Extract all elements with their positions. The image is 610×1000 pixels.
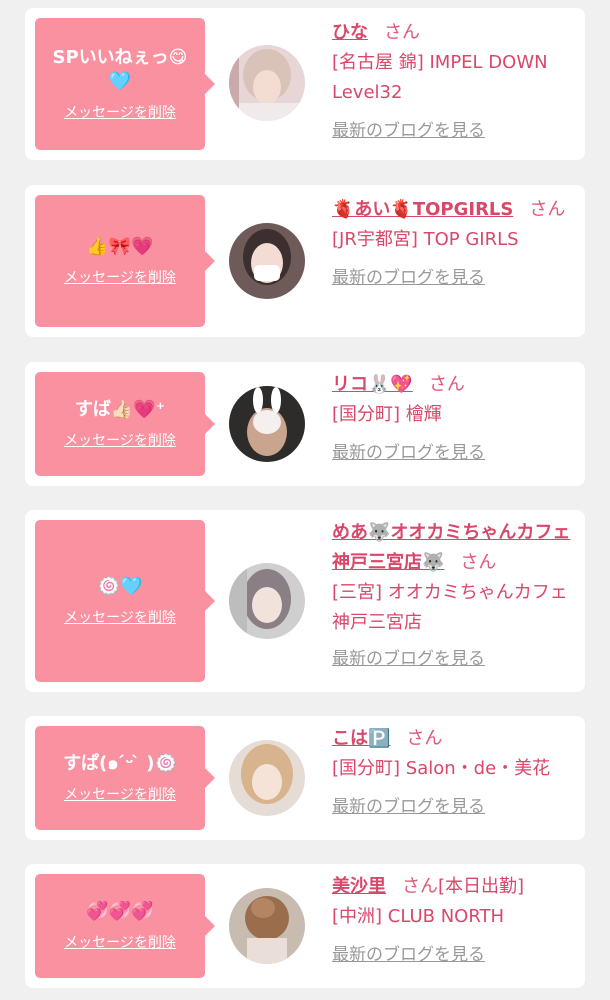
honorific: さん [428, 374, 465, 395]
delete-message-link[interactable]: メッセージを削除 [64, 607, 176, 627]
sender-name-link[interactable]: ひな [332, 22, 368, 43]
latest-blog-link[interactable]: 最新のブログを見る [332, 644, 485, 674]
message-card: すば👍🏻💗⁺ メッセージを削除 リコ🐰💖 さん [国分町] 檜輝 最新のブログを見… [25, 362, 585, 486]
delete-message-link[interactable]: メッセージを削除 [64, 430, 176, 450]
sender-name-link[interactable]: めあ🐺オオカミちゃんカフェ神戸三宮店🐺 [332, 522, 570, 573]
shop-label: [中洲] CLUB NORTH [332, 906, 505, 927]
delete-message-link[interactable]: メッセージを削除 [64, 102, 176, 122]
sender-name-link[interactable]: こは🅿️ [332, 728, 390, 749]
avatar[interactable] [229, 563, 305, 639]
woman-selfie-avatar-icon [229, 45, 305, 121]
entry-info: ひな さん [名古屋 錦] IMPEL DOWN Level32 最新のブログを見… [332, 18, 572, 146]
entry-info: リコ🐰💖 さん [国分町] 檜輝 最新のブログを見る [332, 370, 572, 468]
honorific: さん [384, 22, 420, 43]
message-card: すぱ(๑ ́ᵕ ̀ )🍥 メッセージを削除 こは🅿️ さん [国分町] Salon… [25, 716, 585, 840]
work-status: [本日出勤] [438, 876, 525, 897]
sender-name-link[interactable]: リコ🐰💖 [332, 374, 413, 395]
shop-label: [国分町] 檜輝 [332, 404, 442, 425]
entry-info: めあ🐺オオカミちゃんカフェ神戸三宮店🐺 さん [三宮] オオカミちゃんカフェ神戸三… [332, 518, 572, 674]
message-text: すぱ(๑ ́ᵕ ̀ )🍥 [63, 753, 177, 774]
message-card: 🍥🩵 メッセージを削除 めあ🐺オオカミちゃんカフェ神戸三宮店🐺 さん [三宮] オ… [25, 510, 585, 692]
message-text: SPいいねぇっ😋🩵 [52, 47, 188, 92]
blonde-woman-avatar-icon [229, 740, 305, 816]
message-bubble: 🍥🩵 メッセージを削除 [35, 520, 215, 682]
message-bubble: SPいいねぇっ😋🩵 メッセージを削除 [35, 18, 215, 150]
message-card: SPいいねぇっ😋🩵 メッセージを削除 ひな さん [名古屋 錦] IMPEL DO… [25, 8, 585, 160]
message-text: 💞💞💞 [86, 901, 154, 922]
entry-info: こは🅿️ さん [国分町] Salon・de・美花 最新のブログを見る [332, 724, 572, 822]
latest-blog-link[interactable]: 最新のブログを見る [332, 940, 485, 970]
masked-woman-avatar-icon [229, 223, 305, 299]
avatar[interactable] [229, 740, 305, 816]
delete-message-link[interactable]: メッセージを削除 [64, 932, 176, 952]
delete-message-link[interactable]: メッセージを削除 [64, 784, 176, 804]
message-card: 💞💞💞 メッセージを削除 美沙里 さん[本日出勤] [中洲] CLUB NORTH… [25, 864, 585, 988]
honorific: さん [529, 199, 566, 220]
entry-info: 🫀あい🫀TOPGIRLS さん [JR宇都宮] TOP GIRLS 最新のブログを… [332, 195, 572, 293]
latest-blog-link[interactable]: 最新のブログを見る [332, 116, 485, 146]
honorific: さん [406, 728, 443, 749]
message-bubble: すぱ(๑ ́ᵕ ̀ )🍥 メッセージを削除 [35, 726, 215, 830]
latest-blog-link[interactable]: 最新のブログを見る [332, 263, 485, 293]
message-text: 🍥🩵 [97, 576, 143, 597]
avatar[interactable] [229, 386, 305, 462]
message-bubble: 👍🎀💗 メッセージを削除 [35, 195, 215, 327]
entry-info: 美沙里 さん[本日出勤] [中洲] CLUB NORTH 最新のブログを見る [332, 872, 572, 970]
sender-name-link[interactable]: 🫀あい🫀TOPGIRLS [332, 199, 513, 220]
bunny-filter-avatar-icon [229, 386, 305, 462]
latest-blog-link[interactable]: 最新のブログを見る [332, 792, 485, 822]
avatar[interactable] [229, 888, 305, 964]
sender-name-link[interactable]: 美沙里 [332, 876, 386, 897]
message-bubble: すば👍🏻💗⁺ メッセージを削除 [35, 372, 215, 476]
woman-peace-sign-avatar-icon [229, 563, 305, 639]
message-bubble: 💞💞💞 メッセージを削除 [35, 874, 215, 978]
updo-hair-avatar-icon [229, 888, 305, 964]
avatar[interactable] [229, 45, 305, 121]
delete-message-link[interactable]: メッセージを削除 [64, 267, 176, 287]
avatar[interactable] [229, 223, 305, 299]
latest-blog-link[interactable]: 最新のブログを見る [332, 438, 485, 468]
shop-label: [名古屋 錦] IMPEL DOWN Level32 [332, 52, 548, 103]
honorific: さん [402, 876, 438, 897]
message-text: すば👍🏻💗⁺ [74, 399, 166, 420]
message-text: 👍🎀💗 [86, 236, 154, 257]
shop-label: [三宮] オオカミちゃんカフェ神戸三宮店 [332, 582, 568, 633]
honorific: さん [460, 552, 497, 573]
shop-label: [JR宇都宮] TOP GIRLS [332, 229, 519, 250]
shop-label: [国分町] Salon・de・美花 [332, 758, 551, 779]
message-card: 👍🎀💗 メッセージを削除 🫀あい🫀TOPGIRLS さん [JR宇都宮] TOP … [25, 185, 585, 337]
